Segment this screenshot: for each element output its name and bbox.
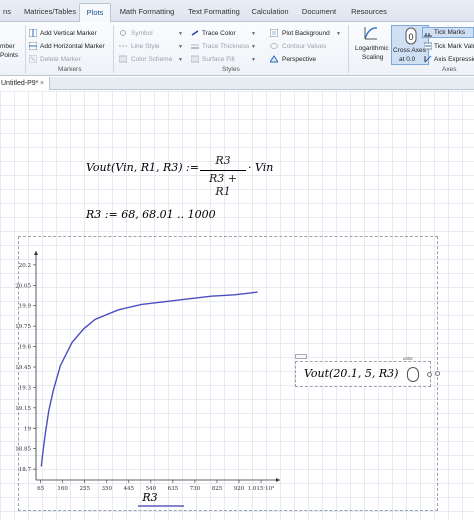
x-tick-label: 1.015·10³	[248, 485, 275, 492]
chevron-down-icon: ▼	[178, 44, 183, 50]
plot-background-dropdown[interactable]: Plot Background	[282, 29, 330, 38]
resize-handle[interactable]	[427, 372, 432, 377]
contour-values-icon	[270, 43, 278, 49]
cross-axes-label-2: at 0.0	[399, 56, 416, 63]
line-style-icon	[119, 45, 127, 47]
trace-thickness-dropdown[interactable]: Trace Thickness	[202, 42, 249, 51]
worksheet[interactable]: Vout(Vin, R1, R3) := R3 R3 + R1 · Vin R3…	[0, 91, 474, 520]
y-tick-label: 19.9	[19, 304, 32, 310]
vertical-marker-icon	[29, 29, 37, 37]
units-label: units	[403, 356, 413, 361]
tab-math-formatting[interactable]: Math Formatting	[118, 3, 176, 22]
y-tick-label: 19	[24, 426, 31, 432]
evaluation-expression[interactable]: Vout(20.1, 5, R3)	[304, 367, 398, 380]
axis-expressions-button[interactable]: Axis Expressio	[434, 55, 474, 64]
region-tag	[295, 354, 307, 359]
tab-matrices-tables[interactable]: Matrices/Tables	[24, 3, 76, 22]
tick-marks-icon	[424, 33, 432, 37]
chevron-down-icon: ▼	[178, 31, 183, 37]
y-tick-label: 19.6	[19, 345, 32, 351]
x-tick-label: 65	[37, 486, 44, 492]
ribbon: mber Points Add Vertical Marker Add Hori…	[0, 22, 474, 76]
tick-mark-values-icon	[424, 42, 432, 50]
styles-group-label: Styles	[222, 66, 240, 73]
tab-resources[interactable]: Resources	[348, 3, 390, 22]
x-tick-label: 255	[79, 486, 90, 492]
delete-marker-icon	[29, 55, 37, 63]
delete-marker-button[interactable]: Delete Marker	[40, 55, 81, 64]
chevron-down-icon: ▼	[178, 57, 183, 63]
series-line-vout	[40, 291, 258, 467]
y-tick-label: 19.15	[15, 406, 31, 412]
surface-fill-dropdown[interactable]: Surface Fill	[202, 55, 235, 64]
color-scheme-icon	[119, 55, 127, 63]
tab-document[interactable]: Document	[300, 3, 338, 22]
y-tick-label: 18.7	[19, 467, 32, 473]
tab-text-formatting[interactable]: Text Formatting	[186, 3, 242, 22]
units-placeholder[interactable]	[407, 367, 419, 382]
surface-fill-icon	[191, 55, 199, 63]
color-scheme-dropdown[interactable]: Color Scheme	[131, 55, 172, 64]
y-tick-label: 19.45	[15, 365, 31, 371]
add-vertical-marker-button[interactable]: Add Vertical Marker	[40, 29, 97, 38]
x-tick-label: 920	[234, 486, 245, 492]
cross-axes-icon: 0	[405, 27, 417, 45]
x-tick-label: 350	[102, 486, 113, 492]
x-axis-arrow	[276, 478, 280, 482]
number-of-points-label[interactable]: mber	[0, 42, 15, 51]
add-horizontal-marker-button[interactable]: Add Horizontal Marker	[40, 42, 105, 51]
logarithmic-scaling-button[interactable]: Logarithmic	[355, 44, 389, 53]
x-tick-label: 825	[212, 486, 223, 492]
chevron-down-icon: ▼	[251, 57, 256, 63]
perspective-icon	[270, 55, 278, 63]
cross-axes-icon-value: 0	[408, 32, 413, 42]
tab-functions[interactable]: ns	[0, 3, 14, 22]
ribbon-tab-bar: ns Matrices/Tables Plots Math Formatting…	[0, 0, 474, 22]
cross-axes-label: Cross Axes	[393, 47, 426, 54]
y-tick-label: 19.75	[15, 324, 31, 330]
logarithmic-scaling-icon	[364, 27, 378, 40]
xy-plot[interactable]: 65 160 255 350 445 540 635 730 825 920 1.015·10³18…	[0, 91, 474, 520]
axis-expressions-icon	[424, 55, 432, 63]
tick-mark-values-button[interactable]: Tick Mark Valu	[434, 42, 474, 51]
y-tick-label: 20.2	[19, 263, 31, 269]
chevron-down-icon: ▼	[251, 44, 256, 50]
y-axis-arrow	[34, 251, 38, 255]
chevron-down-icon: ▼	[251, 31, 256, 37]
trace-color-icon	[191, 30, 199, 36]
ribbon-separator	[113, 25, 114, 73]
y-tick-label: 19.3	[19, 385, 32, 391]
ribbon-separator	[25, 25, 26, 73]
y-tick-label: 20.05	[15, 283, 31, 289]
x-axis-label[interactable]: R3	[141, 491, 157, 504]
document-tab-strip: Untitled-P9* ×	[0, 77, 474, 90]
tab-calculation[interactable]: Calculation	[250, 3, 290, 22]
logarithmic-scaling-button-2[interactable]: Scaling	[362, 53, 383, 62]
tab-plots[interactable]: Plots	[79, 3, 111, 22]
axes-group-label: Axes	[442, 66, 457, 73]
y-tick-label: 18.85	[15, 447, 31, 453]
evaluation-region[interactable]: Vout(20.1, 5, R3) units	[295, 356, 432, 387]
chevron-down-icon: ▼	[336, 31, 341, 37]
x-tick-label: 445	[124, 486, 135, 492]
tick-marks-label: Tick Marks	[434, 29, 466, 36]
x-tick-label: 635	[168, 486, 179, 492]
symbol-icon	[120, 30, 126, 36]
trace-color-dropdown[interactable]: Trace Color	[202, 29, 236, 38]
symbol-dropdown[interactable]: Symbol	[131, 29, 153, 38]
resize-handle[interactable]	[435, 371, 440, 376]
x-tick-label: 730	[190, 486, 201, 492]
plot-background-icon	[270, 29, 278, 37]
contour-values-button[interactable]: Contour Values	[282, 42, 326, 51]
perspective-button[interactable]: Perspective	[282, 55, 316, 64]
trace-thickness-icon	[191, 44, 199, 49]
line-style-dropdown[interactable]: Line Style	[131, 42, 160, 51]
markers-group-label: Markers	[58, 66, 82, 73]
horizontal-marker-icon	[29, 42, 37, 50]
close-icon[interactable]: ×	[40, 77, 44, 90]
ribbon-separator	[348, 25, 349, 73]
number-of-points-label-2[interactable]: Points	[0, 51, 18, 60]
x-tick-label: 160	[57, 486, 68, 492]
